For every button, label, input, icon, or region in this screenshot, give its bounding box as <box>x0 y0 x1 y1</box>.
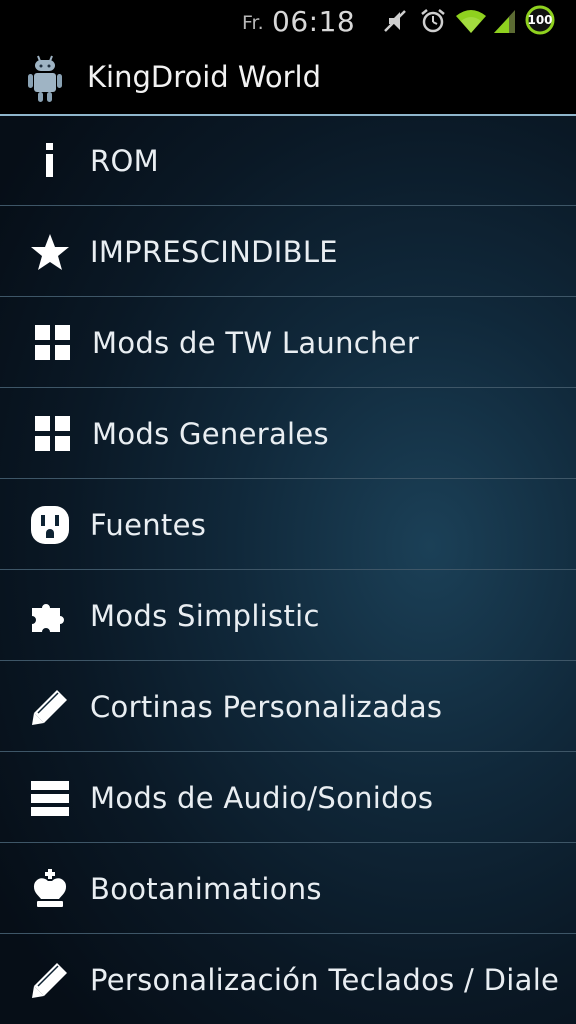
menu-item-rom[interactable]: ROM <box>0 116 576 206</box>
android-robot-icon[interactable] <box>26 52 64 104</box>
menu-item-personalizacion-teclados[interactable]: Personalización Teclados / Diale <box>0 935 576 1024</box>
menu-item-fuentes[interactable]: Fuentes <box>0 480 576 570</box>
menu-item-label: Fuentes <box>90 508 207 542</box>
grid-icon <box>35 416 70 451</box>
menu-item-bootanimations[interactable]: Bootanimations <box>0 844 576 934</box>
grid-icon <box>35 325 70 360</box>
battery-level: 100 <box>527 13 553 27</box>
status-time: 06:18 <box>272 5 356 38</box>
status-bar: Fr. 06:18 100 <box>0 0 576 40</box>
menu-item-label: Mods de TW Launcher <box>92 326 420 360</box>
puzzle-icon <box>32 604 64 632</box>
app-title: KingDroid World <box>87 60 322 94</box>
menu-item-mods-simplistic[interactable]: Mods Simplistic <box>0 571 576 661</box>
alarm-icon <box>421 9 445 33</box>
power-outlet-icon <box>31 506 69 544</box>
wifi-icon <box>456 10 486 33</box>
mute-icon <box>384 10 406 32</box>
signal-icon <box>494 10 515 33</box>
action-bar: KingDroid World <box>0 40 576 116</box>
pencil-icon <box>32 963 67 998</box>
navigation-drawer: ROM IMPRESCINDIBLE Mods de TW Launcher M… <box>0 116 576 1024</box>
menu-item-label: ROM <box>90 144 159 178</box>
list-icon <box>31 781 69 816</box>
pencil-icon <box>32 690 67 725</box>
menu-item-label: Personalización Teclados / Diale <box>90 963 560 997</box>
menu-item-mods-tw-launcher[interactable]: Mods de TW Launcher <box>0 298 576 388</box>
menu-item-mods-generales[interactable]: Mods Generales <box>0 389 576 479</box>
info-icon <box>46 143 53 177</box>
menu-item-cortinas-personalizadas[interactable]: Cortinas Personalizadas <box>0 662 576 752</box>
chess-king-icon <box>33 869 67 907</box>
menu-item-mods-audio-sonidos[interactable]: Mods de Audio/Sonidos <box>0 753 576 843</box>
menu-item-label: Mods Generales <box>92 417 329 451</box>
menu-item-label: Mods Simplistic <box>90 599 320 633</box>
menu-item-label: IMPRESCINDIBLE <box>90 235 338 269</box>
menu-item-label: Bootanimations <box>90 872 322 906</box>
menu-item-label: Cortinas Personalizadas <box>90 690 443 724</box>
battery-icon: 100 <box>525 5 555 35</box>
star-icon <box>31 234 69 270</box>
menu-item-imprescindible[interactable]: IMPRESCINDIBLE <box>0 207 576 297</box>
menu-item-label: Mods de Audio/Sonidos <box>90 781 434 815</box>
status-day: Fr. <box>242 12 264 34</box>
